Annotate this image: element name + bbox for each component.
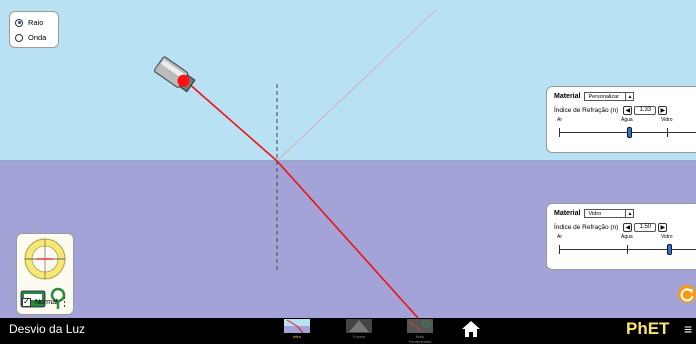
bottom-index-slider[interactable] <box>547 242 696 258</box>
protractor-icon[interactable] <box>24 238 66 280</box>
top-index-value[interactable]: 1.33 <box>634 105 657 115</box>
menu-icon[interactable]: ≡ <box>684 322 692 336</box>
top-material-label: Material <box>554 93 581 100</box>
bottom-material-select[interactable]: Vidro <box>584 209 627 218</box>
top-index-increase-button[interactable]: ▶ <box>658 105 668 115</box>
prisms-screen-icon <box>346 319 372 333</box>
top-slider-tick-air <box>559 128 560 137</box>
top-slider-label-water: Água <box>621 117 633 123</box>
top-index-slider[interactable] <box>547 125 696 141</box>
bottom-material-select-arrow-icon[interactable]: ▲ <box>626 209 635 218</box>
bottom-index-increase-button[interactable]: ▶ <box>658 222 668 232</box>
reflected-ray <box>276 8 438 162</box>
bottom-index-decrease-button[interactable]: ◀ <box>623 222 633 232</box>
bottom-material-label: Material <box>554 210 581 217</box>
normal-line-icon <box>63 297 65 307</box>
radio-wave[interactable]: Onda <box>10 30 58 45</box>
radio-wave-label: Onda <box>28 33 47 42</box>
nav-intro-button[interactable]: Intro <box>283 319 311 340</box>
top-index-decrease-button[interactable]: ◀ <box>623 105 633 115</box>
top-index-label: Índice de Refração (n) <box>554 106 619 114</box>
navigation-bar: Desvio da Luz Intro Prisms Mais Ferramen… <box>0 318 696 344</box>
nav-intro-label: Intro <box>292 334 301 339</box>
view-mode-panel: Raio Onda <box>9 11 59 48</box>
app-title: Desvio da Luz <box>9 322 86 336</box>
radio-ray-label: Raio <box>28 18 44 27</box>
bottom-index-value[interactable]: 1.50 <box>634 222 657 232</box>
bottom-slider-tick-water <box>627 245 628 254</box>
phet-logo[interactable]: PhET <box>626 319 669 339</box>
more-tools-screen-icon <box>407 319 433 333</box>
intro-screen-icon <box>284 319 310 334</box>
top-material-select[interactable]: Personalizar <box>584 92 627 101</box>
bottom-material-panel: Material Vidro ▲ Índice de Refração (n) … <box>546 203 696 270</box>
normal-checkbox[interactable]: ✓ <box>22 297 31 307</box>
top-slider-label-glass: Vidro <box>661 117 673 123</box>
radio-ray[interactable]: Raio <box>10 15 58 30</box>
top-material-panel: Material Personalizar ▲ Índice de Refraç… <box>546 86 696 153</box>
bottom-slider-labels: Ar Água Vidro <box>547 234 696 242</box>
top-slider-thumb[interactable] <box>626 127 632 138</box>
bottom-slider-label-air: Ar <box>557 234 562 240</box>
home-icon <box>462 321 480 337</box>
bottom-slider-thumb[interactable] <box>667 244 673 255</box>
refracted-ray <box>276 160 419 318</box>
ray-layer <box>154 8 438 318</box>
bottom-index-label: Índice de Refração (n) <box>554 223 619 231</box>
bottom-slider-label-glass: Vidro <box>661 234 673 240</box>
nav-more-tools-label: Mais Ferramentas <box>408 334 432 344</box>
radio-ray-indicator[interactable] <box>15 18 23 27</box>
nav-more-tools-button[interactable]: Mais Ferramentas <box>406 319 434 344</box>
reset-icon <box>680 288 694 302</box>
nav-prisms-button[interactable]: Prisms <box>345 319 373 340</box>
simulation-area[interactable]: Raio Onda Material Personalizar ▲ Índice… <box>0 0 696 318</box>
reset-all-button[interactable] <box>678 285 696 303</box>
bottom-slider-label-water: Água <box>621 234 633 240</box>
laser-pointer[interactable] <box>154 56 196 93</box>
normal-toggle[interactable]: ✓ Normal <box>22 297 66 307</box>
bottom-slider-tick-air <box>559 245 560 254</box>
normal-label: Normal <box>35 298 58 306</box>
top-slider-label-air: Ar <box>557 117 562 123</box>
top-slider-labels: Ar Água Vidro <box>547 117 696 125</box>
top-slider-tick-glass <box>667 128 668 137</box>
radio-wave-indicator[interactable] <box>15 33 23 42</box>
incident-ray <box>186 81 278 162</box>
nav-prisms-label: Prisms <box>352 334 366 339</box>
top-material-select-arrow-icon[interactable]: ▲ <box>626 92 635 101</box>
